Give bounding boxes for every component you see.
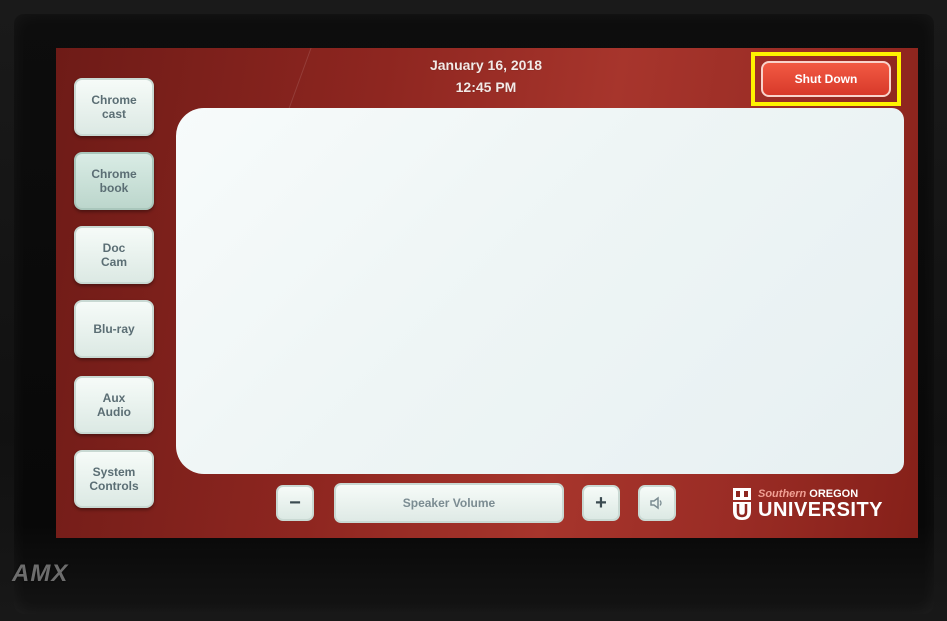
source-button-blu-ray[interactable]: Blu-ray (74, 300, 154, 358)
device-photo: January 16, 2018 12:45 PM Shut Down Chro… (0, 0, 947, 621)
shutdown-highlight: Shut Down (751, 52, 901, 106)
content-area (176, 108, 904, 474)
university-seal-icon (733, 488, 751, 520)
volume-down-button[interactable]: − (276, 485, 314, 521)
volume-up-button[interactable]: + (582, 485, 620, 521)
date-time: January 16, 2018 12:45 PM (386, 54, 586, 98)
source-button-chromecast[interactable]: Chrome cast (74, 78, 154, 136)
time-label: 12:45 PM (455, 79, 517, 95)
logo-university: UNIVERSITY (758, 498, 884, 521)
speaker-volume-label: Speaker Volume (334, 483, 564, 523)
date-label: January 16, 2018 (429, 57, 543, 73)
source-button-chromebook[interactable]: Chrome book (74, 152, 154, 210)
university-logo: Southern OREGON UNIVERSITY (732, 484, 902, 524)
speaker-icon (650, 496, 662, 510)
touch-screen: January 16, 2018 12:45 PM Shut Down Chro… (56, 48, 918, 538)
source-button-aux-audio[interactable]: Aux Audio (74, 376, 154, 434)
source-button-doc-cam[interactable]: Doc Cam (74, 226, 154, 284)
mute-button[interactable] (638, 485, 676, 521)
device-brand-logo: AMX (12, 560, 69, 587)
logo-southern: Southern (758, 487, 807, 500)
logo-oregon: OREGON (809, 487, 859, 500)
source-button-system-controls[interactable]: System Controls (74, 450, 154, 508)
shutdown-button[interactable]: Shut Down (761, 61, 891, 97)
